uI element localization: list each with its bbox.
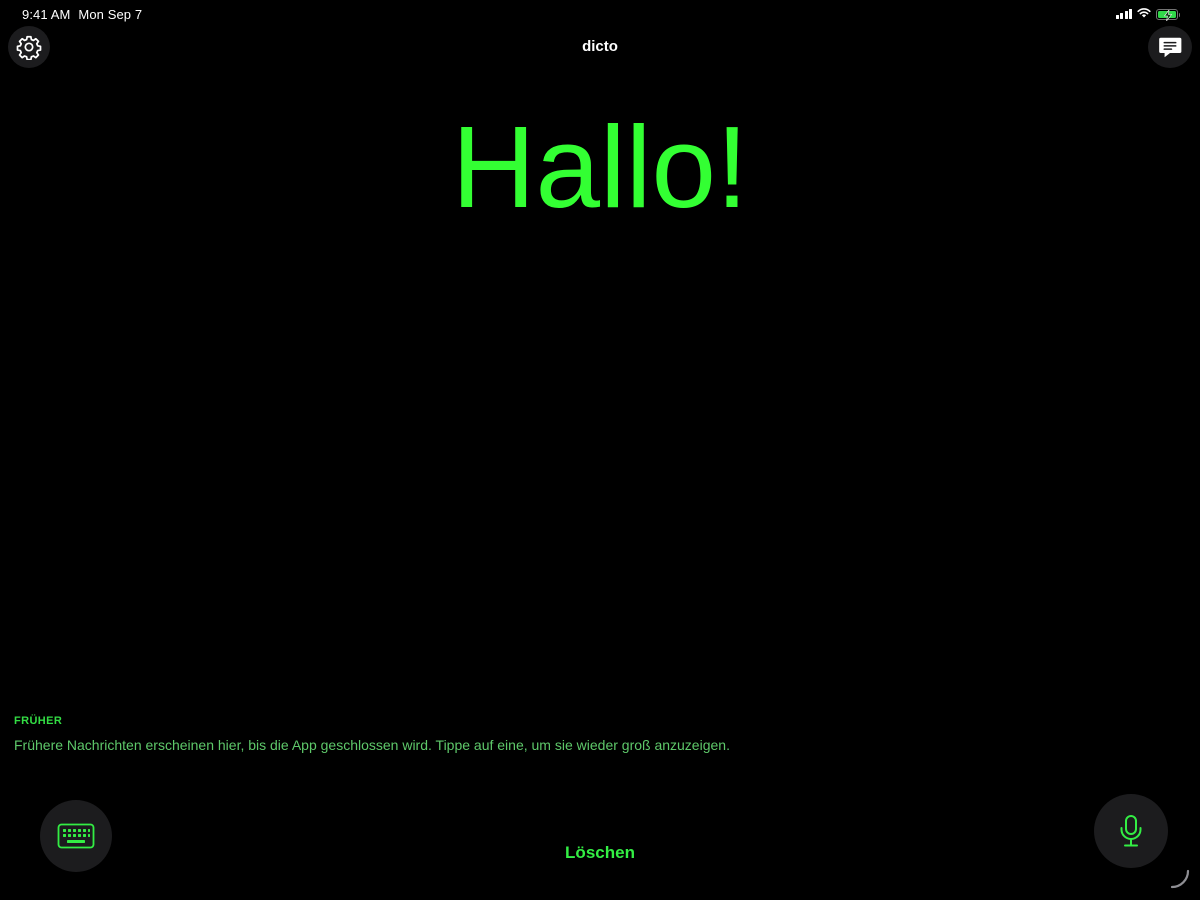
signal-icon	[1115, 9, 1132, 19]
history-hint: Frühere Nachrichten erscheinen hier, bis…	[14, 737, 730, 753]
resize-handle-icon[interactable]	[1170, 869, 1190, 894]
clear-button-label[interactable]: Löschen	[565, 843, 635, 862]
microphone-icon	[1120, 815, 1142, 847]
history-header: FRÜHER	[14, 715, 63, 727]
current-message: Hallo!	[451, 102, 749, 232]
status-bar-icons	[1115, 5, 1180, 23]
app-title: dicto	[582, 38, 618, 55]
status-time: 9:41 AM	[22, 7, 71, 22]
clear-button[interactable]: Löschen	[0, 843, 1200, 863]
battery-charging-icon	[1156, 8, 1180, 21]
status-bar-time: 9:41 AM Mon Sep 7	[22, 7, 142, 22]
app-screen: 9:41 AM Mon Sep 7 dicto Hallo! FRÜHER Fr…	[0, 0, 1200, 900]
wifi-icon	[1137, 5, 1151, 23]
messages-button[interactable]	[1148, 26, 1192, 68]
microphone-button[interactable]	[1094, 794, 1168, 868]
chat-bubble-icon	[1159, 37, 1182, 58]
status-date: Mon Sep 7	[78, 7, 143, 22]
